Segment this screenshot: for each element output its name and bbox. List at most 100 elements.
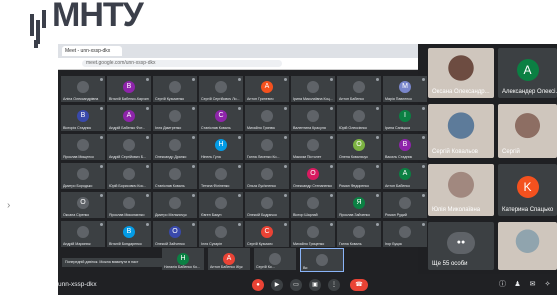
- mic-status-icon: [100, 165, 103, 168]
- participant-name: Антон Гриневич: [247, 97, 274, 101]
- camera-icon[interactable]: ▶: [271, 279, 283, 291]
- participant-tile[interactable]: В Віталій Бабенко-Карчин: [107, 76, 151, 102]
- avatar: І: [399, 110, 411, 122]
- participant-tile[interactable]: О Олена Ковальчук: [337, 134, 381, 160]
- participant-tile[interactable]: Михайло Гринюк: [245, 105, 289, 131]
- participant-tile[interactable]: Максим Пістолет: [291, 134, 335, 160]
- mic-status-icon: [330, 78, 333, 81]
- participant-tile[interactable]: С Сергій Кузьмич: [245, 221, 289, 247]
- participant-tile[interactable]: Віктор Шарлай: [291, 192, 335, 218]
- captions-icon[interactable]: ▭: [290, 279, 302, 291]
- participant-tile[interactable]: Ганна Лисенко Ко...: [245, 134, 289, 160]
- participant-tile[interactable]: Н Наталія Бабенко Ко...: [162, 248, 204, 270]
- participant-tile[interactable]: Михайло Гриценко: [291, 221, 335, 247]
- participant-tile[interactable]: Ольга Лук'яненко: [245, 163, 289, 189]
- participant-tile[interactable]: В Василь Стадник: [383, 134, 427, 160]
- participant-tile[interactable]: А Антон Бабенко Жук: [208, 248, 250, 270]
- participant-tile[interactable]: Оксана Олександр...: [428, 48, 494, 98]
- participant-name: Василь Стадник: [385, 155, 413, 159]
- participant-tile[interactable]: Ганна Коваль: [337, 221, 381, 247]
- participant-tile[interactable]: О Оксана Сіренко: [61, 192, 105, 218]
- avatar: Н: [177, 253, 189, 265]
- url-field[interactable]: meet.google.com/unn-xssp-dkx: [82, 60, 282, 67]
- participant-tile[interactable]: Євген Бакун: [199, 192, 243, 218]
- participant-tile[interactable]: ●● Ще 55 особи: [428, 222, 494, 270]
- participant-name: Віталій Бондаренко: [109, 242, 142, 246]
- present-icon[interactable]: ▣: [309, 279, 321, 291]
- participant-tile[interactable]: Ілля Дмитренко: [153, 105, 197, 131]
- participant-name: Антон Бабенко: [339, 97, 364, 101]
- participant-tile[interactable]: Антон Бабенко: [337, 76, 381, 102]
- mic-off-icon[interactable]: ●: [252, 279, 264, 291]
- participant-tile[interactable]: Сергій Ко...: [254, 248, 296, 270]
- mic-status-icon: [100, 136, 103, 139]
- participant-tile[interactable]: А Антон Гриневич: [245, 76, 289, 102]
- participant-tile[interactable]: Олександр Дранко: [153, 134, 197, 160]
- participant-tile[interactable]: А Антон Бабенко: [383, 163, 427, 189]
- mic-status-icon: [330, 165, 333, 168]
- participant-name: Сергій Ковальов: [432, 149, 478, 155]
- screen-share: Meet - unn-xssp-dkx meet.google.com/unn-…: [58, 44, 427, 280]
- participant-tile[interactable]: В Віталій Бондаренко: [107, 221, 151, 247]
- mic-status-icon: [238, 78, 241, 81]
- participant-tile[interactable]: A Александер Олексі...: [498, 48, 557, 98]
- participant-name: Оксана Сіренко: [63, 213, 90, 217]
- participant-tile[interactable]: Ігор Буцик: [383, 221, 427, 247]
- participant-tile[interactable]: Ярослав Миколаєнко: [107, 192, 151, 218]
- participant-tile[interactable]: Юрій Борисович Кос...: [107, 163, 151, 189]
- participant-name: Валентина Красуля: [293, 126, 326, 130]
- participant-tile[interactable]: О Олександр Степаненко: [291, 163, 335, 189]
- participant-tile[interactable]: Дмитро Бородько: [61, 163, 105, 189]
- participant-tile[interactable]: Сергій Кузьменко: [153, 76, 197, 102]
- participant-tile[interactable]: Роман Рудий: [383, 192, 427, 218]
- participant-tile[interactable]: С Станіслав Коваль: [199, 105, 243, 131]
- info-icon[interactable]: ⓘ: [498, 280, 507, 289]
- mic-status-icon: [284, 223, 287, 226]
- avatar: [215, 197, 227, 209]
- browser-tab[interactable]: Meet - unn-xssp-dkx: [62, 46, 122, 56]
- participant-tile[interactable]: Я Ярослав Зайченко: [337, 192, 381, 218]
- participant-tile[interactable]: Юрій Олексієнко: [337, 105, 381, 131]
- participant-tile[interactable]: Ілля Сухарін: [199, 221, 243, 247]
- participant-tile[interactable]: Станіслав Коваль: [153, 163, 197, 189]
- participant-tile[interactable]: Дмитро Мельничук: [153, 192, 197, 218]
- participant-tile[interactable]: М Марія Павленко: [383, 76, 427, 102]
- mic-status-icon: [238, 165, 241, 168]
- browser-url-bar: meet.google.com/unn-xssp-dkx: [58, 58, 418, 70]
- participant-tile[interactable]: Сергій Сергійович Ло...: [199, 76, 243, 102]
- participant-tile[interactable]: [498, 222, 557, 270]
- mic-status-icon: [238, 136, 241, 139]
- end-call-icon[interactable]: ☎: [350, 279, 368, 291]
- avatar: Я: [353, 197, 365, 209]
- chat-icon[interactable]: ✉: [528, 280, 537, 289]
- participant-tile[interactable]: І Ірина Саніцька: [383, 105, 427, 131]
- participant-tile[interactable]: О Олексій Зайченко: [153, 221, 197, 247]
- participant-tile[interactable]: А Андрій Бабенко Фот...: [107, 105, 151, 131]
- more-icon[interactable]: ⋮: [328, 279, 340, 291]
- participant-tile[interactable]: Роман Федоренко: [337, 163, 381, 189]
- participant-tile[interactable]: Тетяна Філіпенко: [199, 163, 243, 189]
- mic-status-icon: [422, 136, 425, 139]
- activities-icon[interactable]: ✧: [543, 280, 552, 289]
- participant-tile[interactable]: Ярослав Мищенко: [61, 134, 105, 160]
- participant-tile[interactable]: K Катерина Спацько: [498, 164, 557, 216]
- people-icon[interactable]: ♟: [513, 280, 522, 289]
- participant-tile[interactable]: Олексій Бодрячко: [245, 192, 289, 218]
- participant-name: Олексій Бодрячко: [247, 213, 277, 217]
- participant-tile[interactable]: Андрій Сергійович Б...: [107, 134, 151, 160]
- participant-tile[interactable]: Андрій Маринюк: [61, 221, 105, 247]
- mic-status-icon: [284, 107, 287, 110]
- participant-tile[interactable]: Валентина Красуля: [291, 105, 335, 131]
- participant-name: Віктор Шарлай: [293, 213, 318, 217]
- participant-tile[interactable]: Юлія Миколаївна: [428, 164, 494, 216]
- snackbar: Попередній дзвінок. Можна вимкнути в нас…: [62, 258, 162, 267]
- participant-tile[interactable]: Аліна Олександрівна: [61, 76, 105, 102]
- participant-tile[interactable]: В Вікторія Стадник: [61, 105, 105, 131]
- avatar: О: [77, 197, 89, 209]
- participant-tile[interactable]: Н Нінель Гула: [199, 134, 243, 160]
- participant-tile[interactable]: Ірина Миколаївна Коц...: [291, 76, 335, 102]
- participant-tile[interactable]: Сергій: [498, 104, 557, 158]
- mic-status-icon: [330, 136, 333, 139]
- participant-tile[interactable]: Ви: [300, 248, 344, 272]
- participant-tile[interactable]: Сергій Ковальов: [428, 104, 494, 158]
